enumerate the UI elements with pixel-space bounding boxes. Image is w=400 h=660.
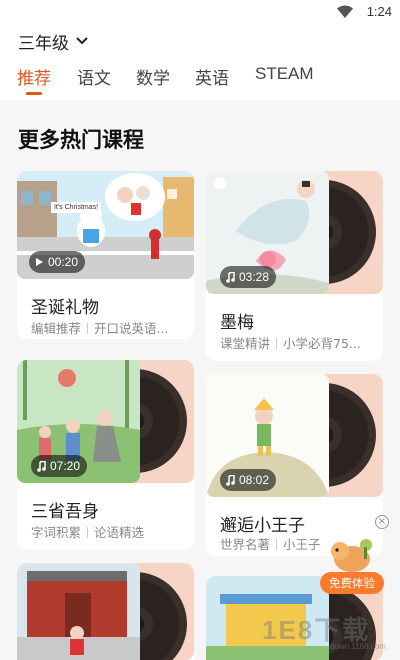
course-tag: 字词积累 — [31, 525, 82, 540]
course-thumbnail: It's Christmas! 00:20 — [17, 171, 194, 279]
tag-divider — [87, 323, 89, 334]
duration-text: 00:20 — [48, 255, 79, 269]
free-trial-button[interactable]: 免费体验 — [320, 572, 384, 594]
course-card-sanxing[interactable]: 07:20 三省吾身 字词积累 论语精选 — [17, 360, 194, 550]
tag-divider — [276, 338, 278, 349]
course-card-momei[interactable]: 03:28 墨梅 课堂精讲 小学必背75... — [206, 171, 383, 361]
tab-steam[interactable]: STEAM — [255, 64, 314, 84]
course-tag: 小学必背75... — [283, 336, 361, 351]
course-tag: 世界名著 — [220, 537, 271, 552]
music-note-icon — [226, 271, 235, 283]
course-card-little-prince[interactable]: 08:02 邂逅小王子 世界名著 小王子 — [206, 374, 383, 556]
active-tab-indicator — [26, 92, 42, 95]
grade-label: 三年级 — [18, 33, 69, 54]
duration-badge: 00:20 — [29, 251, 86, 273]
duration-badge: 08:02 — [220, 469, 277, 491]
status-bar: 1:24 — [0, 0, 400, 24]
course-thumbnail — [17, 563, 140, 660]
tab-chinese[interactable]: 语文 — [77, 64, 111, 89]
course-card-christmas[interactable]: It's Christmas! 00:20 圣诞礼物 编辑推荐 开口说英语... — [17, 171, 194, 339]
duration-badge: 07:20 — [31, 455, 88, 477]
course-tag: 小王子 — [283, 537, 321, 552]
status-time: 1:24 — [366, 4, 392, 19]
chevron-down-icon — [76, 37, 88, 45]
play-icon — [36, 258, 43, 266]
duration-text: 03:28 — [239, 270, 270, 284]
duration-badge: 03:28 — [220, 266, 277, 288]
course-tag: 论语精选 — [94, 525, 145, 540]
course-title: 圣诞礼物 — [31, 298, 99, 318]
tab-math[interactable]: 数学 — [136, 64, 170, 89]
course-tags: 世界名著 小王子 — [220, 534, 330, 553]
course-tags: 课堂精讲 小学必背75... — [220, 333, 378, 352]
music-note-icon — [226, 474, 235, 486]
course-tag: 开口说英语... — [94, 321, 169, 336]
category-tabs: 推荐 语文 数学 英语 STEAM — [0, 64, 400, 100]
course-tag: 编辑推荐 — [31, 321, 82, 336]
course-tags: 编辑推荐 开口说英语... — [31, 318, 189, 337]
section-title: 更多热门课程 — [18, 128, 144, 152]
tab-english[interactable]: 英语 — [195, 64, 229, 89]
course-thumbnail: 07:20 — [17, 360, 140, 483]
tag-divider — [87, 527, 89, 538]
course-title: 三省吾身 — [31, 502, 99, 522]
watermark-url: down.1168.com — [330, 642, 386, 651]
tag-divider — [276, 539, 278, 550]
course-thumbnail: 08:02 — [206, 374, 329, 497]
music-note-icon — [37, 460, 46, 472]
course-card-partial[interactable] — [17, 563, 194, 660]
wifi-icon — [337, 5, 353, 18]
course-title: 墨梅 — [220, 313, 254, 333]
promo-mascot-icon[interactable] — [326, 535, 378, 575]
thumbnail-illustration — [17, 563, 140, 660]
close-promo-button[interactable]: × — [375, 515, 389, 529]
thumbnail-caption: It's Christmas! — [51, 202, 101, 213]
course-tags: 字词积累 论语精选 — [31, 522, 189, 541]
course-tag: 课堂精讲 — [220, 336, 271, 351]
tab-recommend[interactable]: 推荐 — [17, 64, 51, 89]
duration-text: 08:02 — [239, 473, 270, 487]
course-title: 邂逅小王子 — [220, 516, 305, 536]
header: 三年级 推荐 语文 数学 英语 STEAM — [0, 24, 400, 100]
grade-selector[interactable]: 三年级 — [18, 28, 89, 54]
course-thumbnail: 03:28 — [206, 171, 329, 294]
duration-text: 07:20 — [50, 459, 81, 473]
